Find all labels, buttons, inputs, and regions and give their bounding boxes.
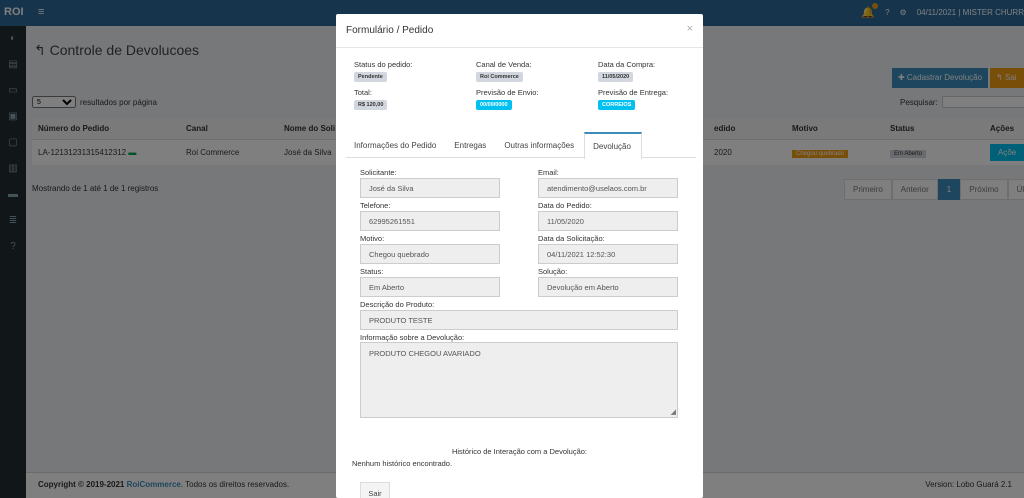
info-badge: CORREIOS [598, 100, 636, 110]
solicitante-label: Solicitante: [360, 168, 397, 177]
info-label: Total: [354, 88, 372, 97]
informacao-label: Informação sobre a Devolução: [360, 333, 465, 342]
telefone-field[interactable]: 62995261551 [360, 211, 500, 231]
tab-informacoes-pedido[interactable]: Informações do Pedido [346, 132, 446, 158]
info-label: Data da Compra: [598, 60, 656, 69]
motivo-field[interactable]: Chegou quebrado [360, 244, 500, 264]
modal-header: Formulário / Pedido × [336, 14, 703, 48]
modal-title: Formulário / Pedido [346, 25, 434, 36]
order-info: Status do pedido: Pendente Canal de Venda… [354, 60, 694, 114]
info-badge: 11/05/2020 [598, 72, 634, 82]
info-label: Previsão de Entrega: [598, 88, 669, 97]
status-field[interactable]: Em Aberto [360, 277, 500, 297]
motivo-label: Motivo: [360, 234, 385, 243]
data-solicitacao-label: Data da Solicitação: [538, 234, 605, 243]
info-data-compra: Data da Compra: 11/05/2020 [598, 60, 694, 86]
history-empty: Nenhum histórico encontrado. [352, 459, 453, 468]
info-label: Status do pedido: [354, 60, 413, 69]
info-label: Previsão de Envio: [476, 88, 539, 97]
data-pedido-field[interactable]: 11/05/2020 [538, 211, 678, 231]
email-label: Email: [538, 168, 559, 177]
tab-outras-informacoes[interactable]: Outras informações [496, 132, 584, 158]
info-status: Status do pedido: Pendente [354, 60, 476, 86]
informacao-text: PRODUTO CHEGOU AVARIADO [369, 349, 481, 358]
informacao-textarea[interactable]: PRODUTO CHEGOU AVARIADO ◢ [360, 342, 678, 418]
data-solicitacao-field[interactable]: 04/11/2021 12:52:30 [538, 244, 678, 264]
email-field[interactable]: atendimento@uselaos.com.br [538, 178, 678, 198]
modal-tabs: Informações do Pedido Entregas Outras in… [346, 132, 696, 159]
info-previsao-entrega: Previsão de Entrega: CORREIOS [598, 88, 694, 114]
info-label: Canal de Venda: [476, 60, 532, 69]
close-icon[interactable]: × [687, 23, 693, 35]
descricao-label: Descrição do Produto: [360, 300, 435, 309]
info-badge: Pendente [354, 72, 387, 82]
solicitante-field[interactable]: José da Silva [360, 178, 500, 198]
telefone-label: Telefone: [360, 201, 391, 210]
descricao-field[interactable]: PRODUTO TESTE [360, 310, 678, 330]
info-badge: R$ 120,00 [354, 100, 388, 110]
solucao-label: Solução: [538, 267, 568, 276]
info-previsao-envio: Previsão de Envio: 00/00/0000 [476, 88, 598, 114]
solucao-field[interactable]: Devolução em Aberto [538, 277, 678, 297]
info-total: Total: R$ 120,00 [354, 88, 476, 114]
tab-entregas[interactable]: Entregas [446, 132, 496, 158]
data-pedido-label: Data do Pedido: [538, 201, 592, 210]
resize-handle-icon[interactable]: ◢ [671, 408, 676, 416]
status-label: Status: [360, 267, 384, 276]
info-canal: Canal de Venda: Roi Commerce [476, 60, 598, 86]
tab-devolucao[interactable]: Devolução [584, 132, 642, 159]
info-badge: Roi Commerce [476, 72, 523, 82]
info-badge: 00/00/0000 [476, 100, 512, 110]
order-modal: Formulário / Pedido × Status do pedido: P… [336, 14, 703, 498]
exit-button[interactable]: Sair [360, 482, 390, 498]
history-title: Histórico de Interação com a Devolução: [451, 447, 588, 456]
